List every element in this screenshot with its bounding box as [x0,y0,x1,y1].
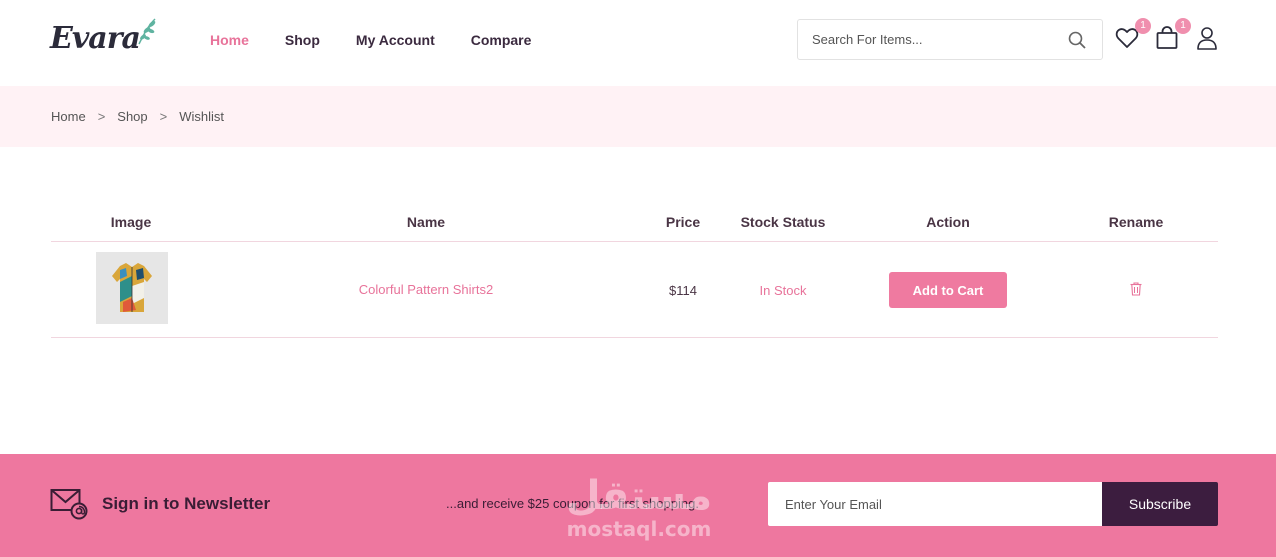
add-to-cart-button[interactable]: Add to Cart [889,272,1007,308]
column-header-rename: Rename [1108,214,1164,230]
column-header-name: Name [406,214,446,230]
newsletter-title: Sign in to Newsletter [102,494,271,513]
breadcrumb-bar: Home > Shop > Wishlist [0,86,1276,147]
watermark-domain: mostaql.com [566,517,712,541]
mail-at-icon [50,489,88,520]
column-header-image: Image [110,214,152,230]
cart-count-badge: 1 [1175,18,1191,34]
site-header: Evara Home Shop My Account Compare 1 [0,0,1276,86]
logo[interactable]: Evara [50,18,158,58]
product-name-link[interactable]: Colorful Pattern Shirts2 [359,282,493,297]
newsletter-section: Sign in to Newsletter ...and receive $25… [0,454,1276,557]
breadcrumb-shop[interactable]: Shop [117,109,147,124]
wishlist-count-badge: 1 [1135,18,1151,34]
cart-button[interactable]: 1 [1155,18,1191,52]
breadcrumb-separator: > [159,109,168,124]
column-header-stock-status: Stock Status [740,214,826,230]
stock-status: In Stock [759,283,807,298]
product-image[interactable] [96,252,168,324]
table-header: Image Name Price Stock Status Action Ren… [0,214,1276,232]
search-input[interactable] [812,32,1052,47]
product-price: $114 [669,283,697,298]
column-header-price: Price [665,214,701,230]
nav-my-account[interactable]: My Account [356,30,435,50]
breadcrumb: Home > Shop > Wishlist [51,109,224,124]
breadcrumb-separator: > [97,109,106,124]
nav-home[interactable]: Home [210,30,249,50]
table-divider [51,241,1218,242]
wishlist-button[interactable]: 1 [1115,18,1151,52]
trash-icon[interactable] [1130,282,1142,296]
nav-shop[interactable]: Shop [285,30,320,50]
main-nav: Home Shop My Account Compare [210,30,531,50]
newsletter-subtitle: ...and receive $25 coupon for first shop… [446,496,699,511]
shirt-image [96,252,168,324]
breadcrumb-home[interactable]: Home [51,109,86,124]
table-divider [51,337,1218,338]
search-icon[interactable] [1068,31,1086,49]
nav-compare[interactable]: Compare [471,30,532,50]
subscribe-button[interactable]: Subscribe [1102,482,1218,526]
column-header-action: Action [926,214,970,230]
account-button[interactable] [1196,26,1222,52]
logo-text: Evara [50,20,141,56]
newsletter-email-field[interactable] [768,482,1103,526]
leaf-icon [138,18,156,45]
search-box [797,19,1103,60]
user-icon [1197,27,1217,50]
breadcrumb-current: Wishlist [179,109,225,124]
